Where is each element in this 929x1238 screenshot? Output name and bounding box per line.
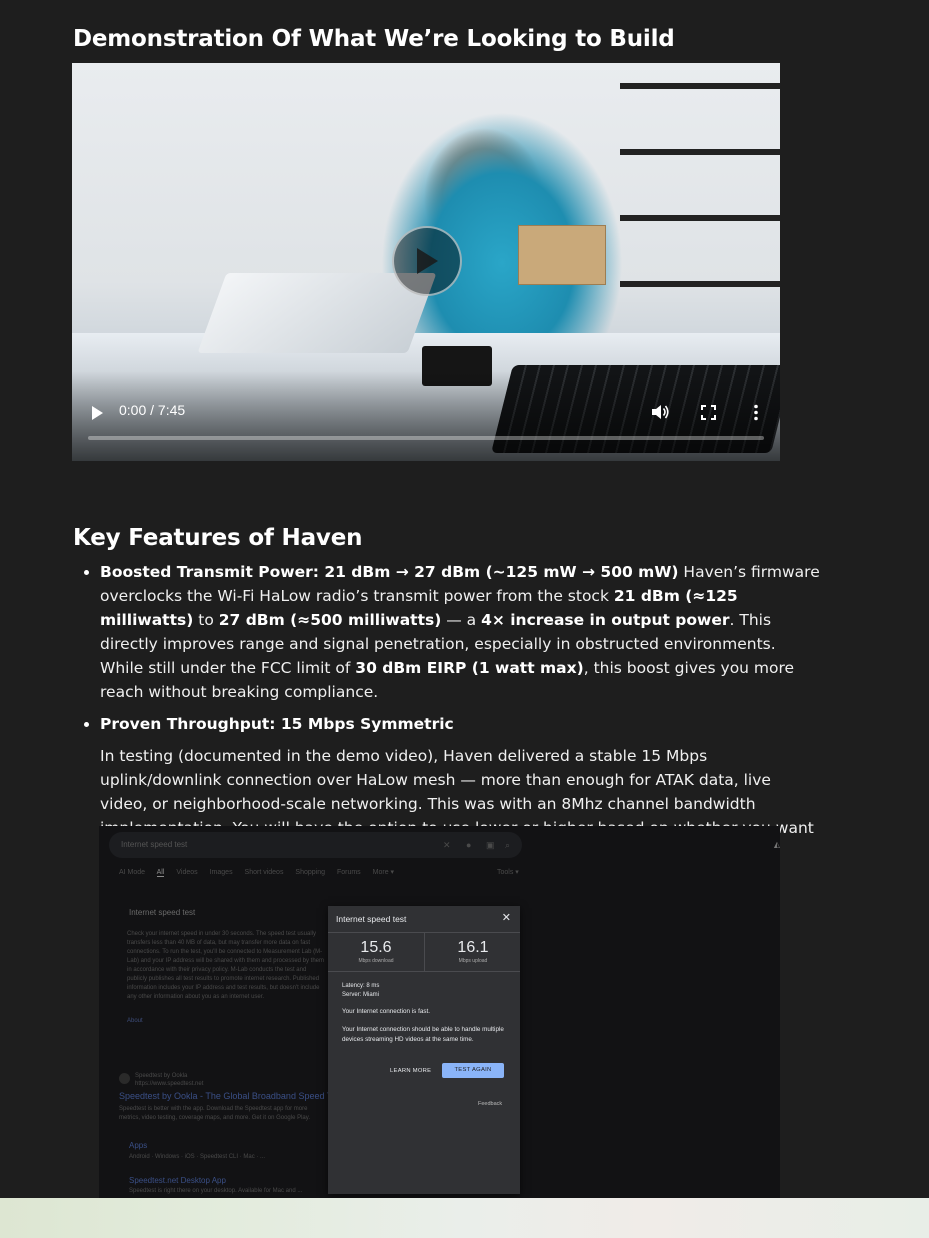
dialog-title: Internet speed test [336,914,407,924]
volume-icon[interactable] [650,403,670,421]
feature-transmit-power: Boosted Transmit Power: 21 dBm → 27 dBm … [100,560,820,704]
bg-apps-link: Apps [129,1141,148,1150]
camera-icon: ▣ [486,840,495,850]
latency-value: Latency: 8 ms [342,983,380,989]
video-frame-box [518,225,606,285]
search-query: Internet speed test [121,840,188,849]
play-icon[interactable] [90,405,104,421]
speedtest-dialog: Internet speed test ✕ 15.6 Mbps download… [328,906,520,1194]
search-filters: AI Mode All Videos Images Short videos S… [119,868,404,877]
feature-throughput: Proven Throughput: 15 Mbps Symmetric [100,712,820,736]
upload-value: 16.1 [457,939,489,956]
feature-title: Proven Throughput: 15 Mbps Symmetric [100,715,454,733]
filter-all: All [156,869,165,877]
latency-info: Latency: 8 ms Server: Miami [342,982,379,1000]
filter-forums: Forums [336,869,361,876]
fullscreen-icon[interactable] [701,405,716,420]
bg-speedtest-text: Check your internet speed in under 30 se… [127,931,324,1000]
footer-band [0,1198,929,1238]
big-play-icon[interactable] [392,226,462,296]
filter-shopping: Shopping [295,869,325,876]
upload-label: Mbps upload [458,958,488,964]
video-progress-bar[interactable] [88,436,764,440]
search-bar: Internet speed test ✕ ● ▣ ⌕ [109,832,522,858]
detail-message: Your Internet connection should be able … [342,1026,504,1043]
close-icon: ✕ [501,912,511,924]
filter-images: Images [209,869,233,876]
server-value: Server: Miami [342,992,380,998]
search-icon: ⌕ [505,840,511,850]
feature-bold-text: 30 dBm EIRP (1 watt max) [355,659,584,677]
filter-videos: Videos [176,869,198,876]
bg-site-name: Speedtest by Ookla https://www.speedtest… [135,1073,204,1087]
bg-result-desc: Speedtest is better with the app. Downlo… [119,1106,310,1121]
speedtest-screenshot: Internet speed test ✕ ● ▣ ⌕ AI Mode All … [99,826,780,1198]
feedback-link: Feedback [478,1101,503,1107]
bg-apps-sub: Android · Windows · iOS · Speedtest CLI … [129,1154,266,1160]
feature-title: Boosted Transmit Power: 21 dBm → 27 dBm … [100,563,679,581]
test-again-button: TEST AGAIN [442,1063,504,1078]
fast-message: Your Internet connection is fast. [342,1008,430,1015]
feature-bold-text: 4× increase in output power [481,611,730,629]
upload-stat: 16.1 Mbps upload [424,933,521,971]
filter-short-videos: Short videos [244,869,284,876]
feature-text: to [193,611,219,629]
more-options-icon[interactable] [753,404,759,421]
tools-menu: Tools ▾ [497,869,519,876]
bg-desktop-link: Speedtest.net Desktop App [129,1176,226,1185]
filter-more: More ▾ [372,869,395,876]
feature-text: — a [441,611,482,629]
clear-icon: ✕ [443,840,451,850]
download-label: Mbps download [358,958,394,964]
bg-about-link: About [127,1018,143,1024]
list-item: Boosted Transmit Power: 21 dBm → 27 dBm … [100,560,820,704]
user-icon: ◭ [773,840,780,849]
demo-heading: Demonstration Of What We’re Looking to B… [73,26,675,52]
bg-speedtest-title: Internet speed test [129,908,196,917]
bg-result-title: Speedtest by Ookla - The Global Broadban… [119,1091,344,1101]
features-heading: Key Features of Haven [73,525,363,551]
video-time-display: 0:00 / 7:45 [119,402,186,418]
download-stat: 15.6 Mbps download [328,933,424,971]
video-frame-shelf [620,83,780,343]
demo-video-player[interactable]: 0:00 / 7:45 [72,63,780,461]
download-value: 15.6 [360,939,392,956]
filter-ai-mode: AI Mode [119,869,146,876]
bg-desktop-sub: Speedtest is right there on your desktop… [129,1188,303,1194]
feature-bold-text: 27 dBm (≈500 milliwatts) [218,611,442,629]
mic-icon: ● [466,840,472,850]
learn-more-button: LEARN MORE [390,1068,432,1074]
speed-stats: 15.6 Mbps download 16.1 Mbps upload [328,932,520,972]
